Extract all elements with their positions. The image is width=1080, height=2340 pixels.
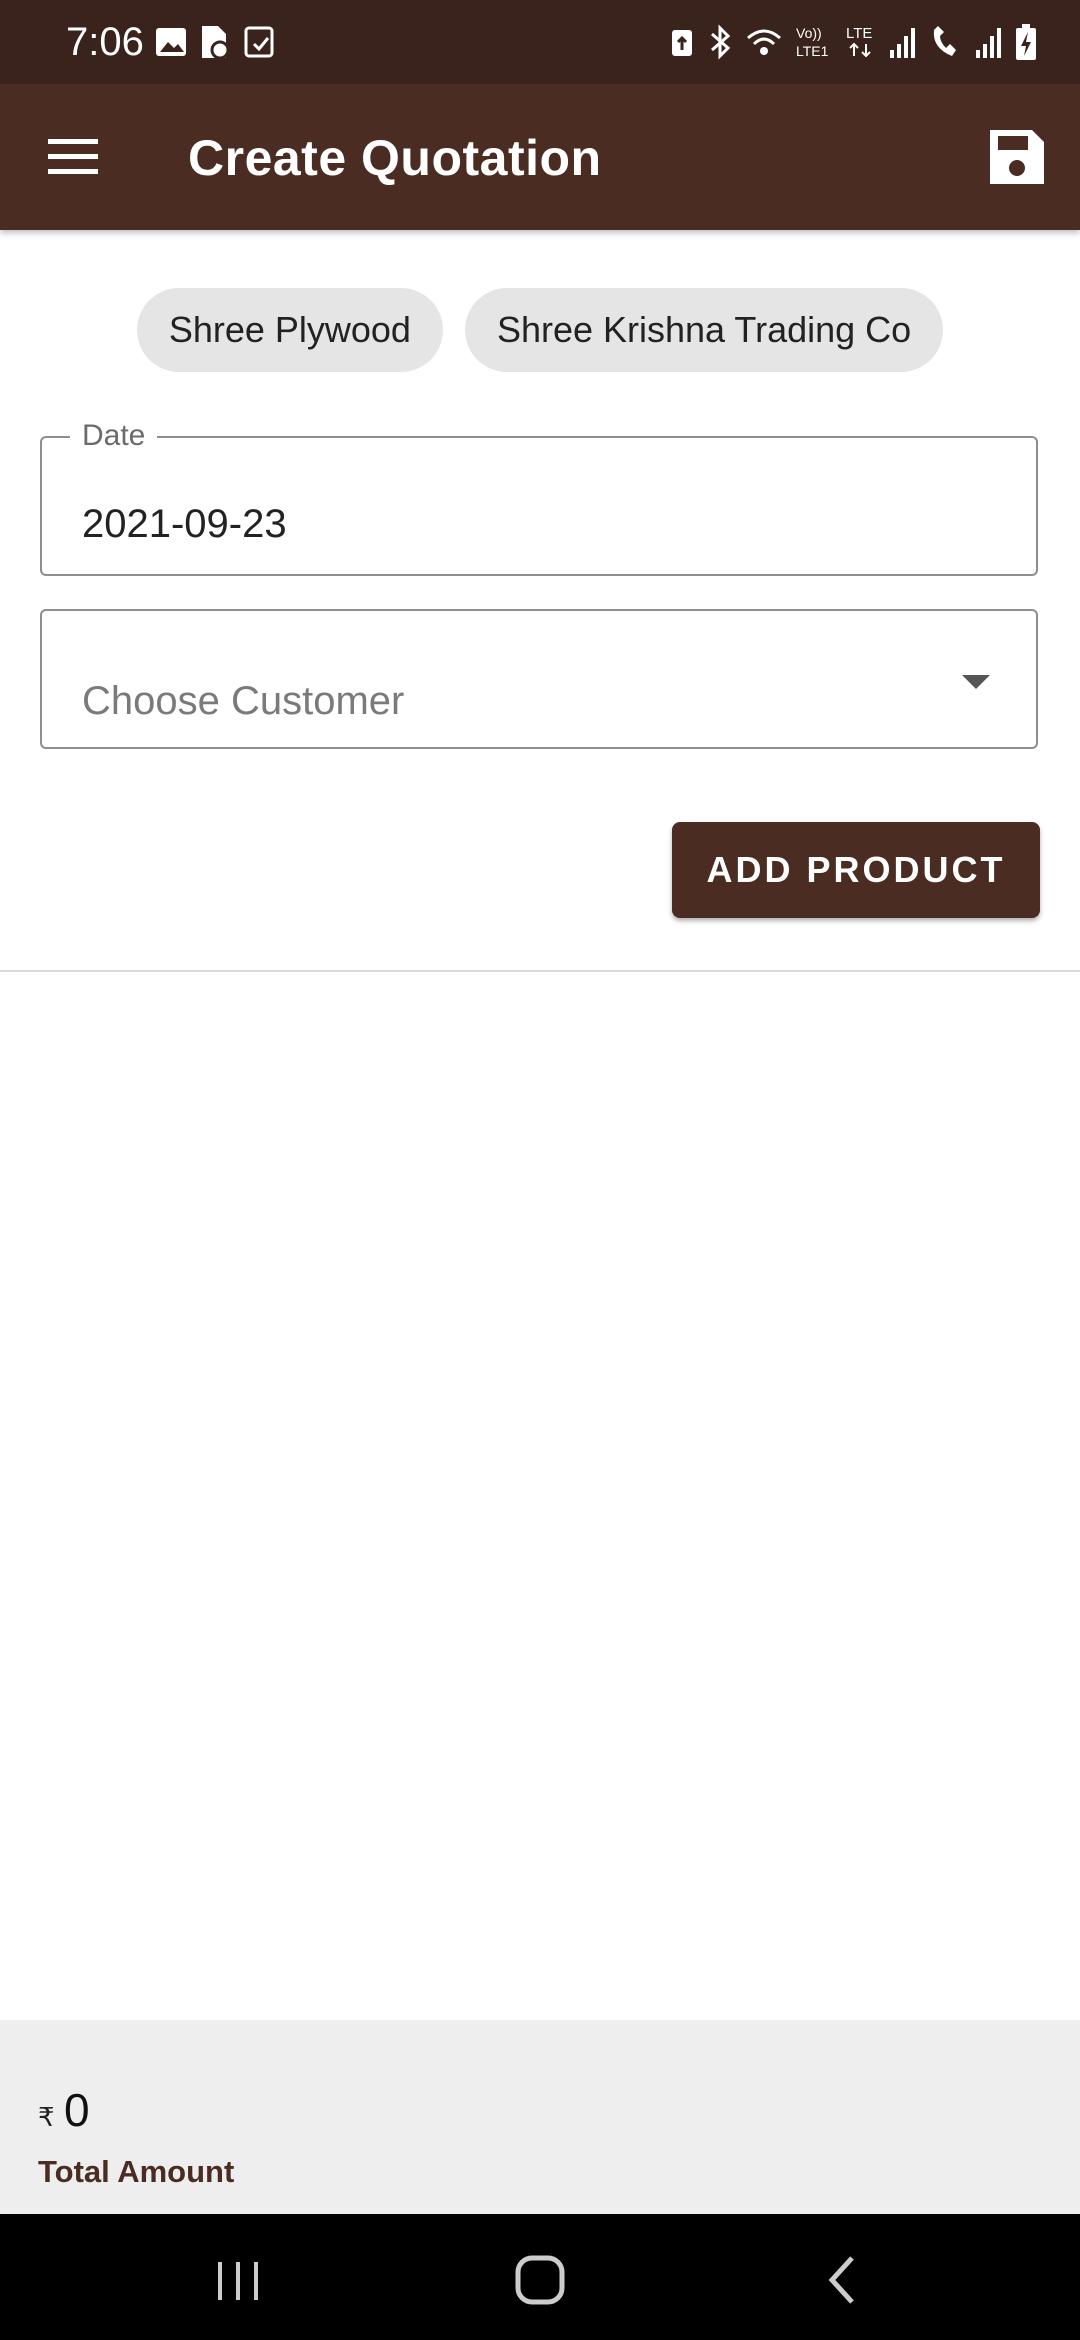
add-product-button[interactable]: ADD PRODUCT <box>672 822 1040 918</box>
back-icon[interactable] <box>802 2244 882 2314</box>
total-footer: ₹ 0 Total Amount <box>0 2020 1080 2214</box>
customer-dropdown[interactable]: Choose Customer <box>40 609 1038 749</box>
gallery-icon <box>156 28 186 56</box>
recycle-icon <box>672 30 692 56</box>
lte-data-icon: LTE <box>846 25 872 58</box>
bluetooth-icon <box>711 24 731 60</box>
status-left-icons <box>154 22 276 62</box>
battery-charging-icon <box>1016 24 1036 60</box>
wifi-call-icon <box>933 26 956 56</box>
home-icon[interactable] <box>500 2244 580 2314</box>
company-chips: Shree Plywood Shree Krishna Trading Co <box>0 288 1080 372</box>
signal-sim1-icon <box>890 28 915 58</box>
total-amount-label: Total Amount <box>38 2154 235 2189</box>
volte-lte1-icon: Vo)) LTE1 <box>796 25 829 59</box>
page-title: Create Quotation <box>188 130 602 186</box>
company-chip-shree-krishna-trading[interactable]: Shree Krishna Trading Co <box>464 288 944 372</box>
date-field[interactable]: Date 2021-09-23 <box>40 418 1038 576</box>
hamburger-menu-icon[interactable] <box>38 127 108 187</box>
task-check-icon <box>244 26 274 58</box>
date-value: 2021-09-23 <box>82 502 287 546</box>
wifi-icon <box>747 29 781 55</box>
save-icon[interactable] <box>984 124 1050 190</box>
file-sync-icon <box>202 26 230 60</box>
customer-placeholder: Choose Customer <box>82 679 405 723</box>
svg-text:LTE: LTE <box>846 25 872 42</box>
status-right-icons: Vo)) LTE1 LTE <box>668 22 1038 62</box>
svg-text:Vo)): Vo)) <box>796 25 822 41</box>
dropdown-arrow-icon <box>962 675 990 689</box>
currency-symbol: ₹ <box>38 2102 55 2132</box>
total-amount-value: 0 <box>64 2084 90 2136</box>
system-nav-bar <box>0 2214 1080 2340</box>
status-bar: 7:06 Vo)) LTE1 LTE <box>0 0 1080 84</box>
svg-text:LTE1: LTE1 <box>796 43 829 59</box>
company-chip-shree-plywood[interactable]: Shree Plywood <box>136 288 443 372</box>
status-time: 7:06 <box>66 20 144 64</box>
section-divider <box>0 970 1080 972</box>
signal-sim2-icon <box>976 28 1001 58</box>
recent-apps-icon[interactable] <box>198 2244 278 2314</box>
date-label: Date <box>70 418 158 454</box>
app-bar: Create Quotation <box>0 84 1080 230</box>
